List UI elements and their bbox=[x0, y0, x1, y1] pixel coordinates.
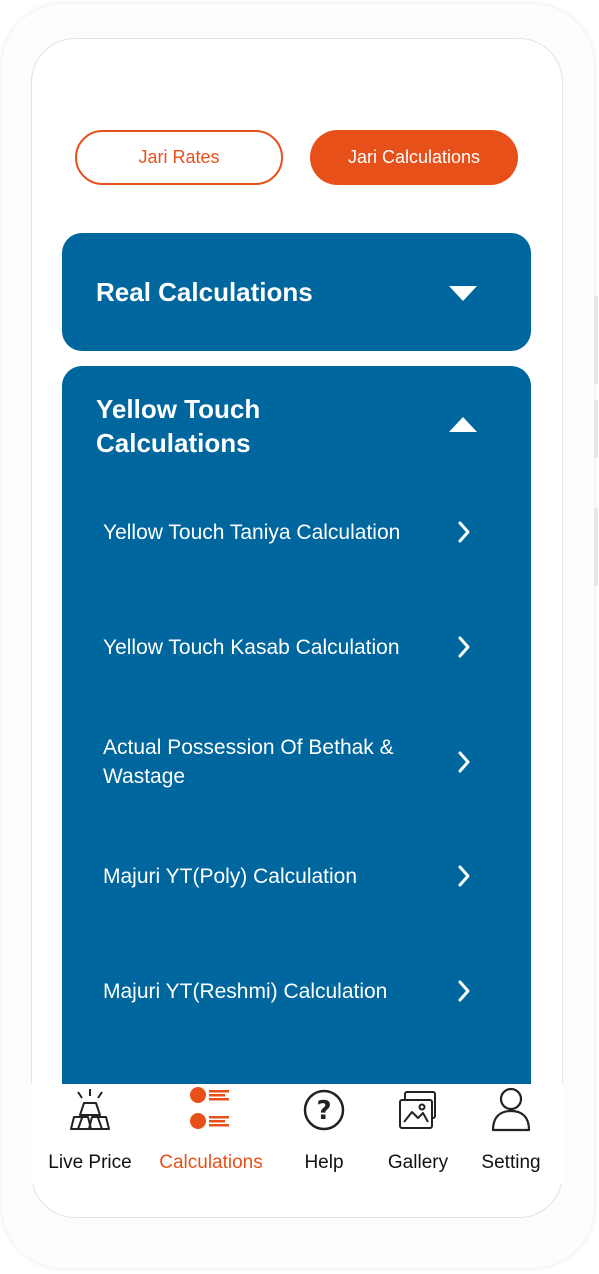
calculations-list-icon bbox=[187, 1084, 235, 1136]
list-item-bethak-wastage[interactable]: Actual Possession Of Bethak & Wastage bbox=[103, 717, 493, 807]
chevron-right-icon bbox=[458, 865, 470, 887]
section-title: Yellow Touch Calculations bbox=[96, 394, 261, 458]
tab-label: Live Price bbox=[48, 1152, 132, 1173]
chevron-right-icon bbox=[458, 980, 470, 1002]
svg-text:?: ? bbox=[316, 1096, 331, 1126]
yellow-touch-calculations-panel: Yellow Touch Calculations Yellow Touch T… bbox=[62, 366, 531, 1096]
real-calculations-header[interactable]: Real Calculations bbox=[62, 233, 531, 351]
jari-calculations-button[interactable]: Jari Calculations bbox=[310, 130, 518, 185]
bottom-tab-bar: Live Price Calculations ? Help Gallery S… bbox=[31, 1084, 563, 1184]
tab-setting[interactable]: Setting bbox=[475, 1084, 547, 1174]
side-button bbox=[594, 400, 598, 458]
chevron-right-icon bbox=[458, 751, 470, 773]
gallery-icon bbox=[394, 1084, 442, 1136]
list-item-majuri-reshmi[interactable]: Majuri YT(Reshmi) Calculation bbox=[103, 946, 493, 1036]
side-button bbox=[594, 296, 598, 384]
tab-calculations[interactable]: Calculations bbox=[151, 1084, 271, 1174]
list-item-label: Yellow Touch Kasab Calculation bbox=[103, 635, 400, 659]
list-item-label: Majuri YT(Poly) Calculation bbox=[103, 864, 358, 888]
list-item-yt-kasab[interactable]: Yellow Touch Kasab Calculation bbox=[103, 602, 493, 692]
tab-help[interactable]: ? Help bbox=[289, 1084, 359, 1174]
expand-triangle-icon bbox=[449, 286, 477, 301]
list-item-label: Actual Possession Of Bethak & Wastage bbox=[103, 736, 394, 788]
collapse-triangle-icon bbox=[449, 417, 477, 432]
help-icon: ? bbox=[300, 1084, 348, 1136]
list-item-yt-taniya[interactable]: Yellow Touch Taniya Calculation bbox=[103, 487, 493, 577]
tab-label: Setting bbox=[481, 1152, 541, 1173]
user-icon bbox=[487, 1084, 535, 1136]
tab-label: Help bbox=[304, 1152, 344, 1173]
tab-label: Calculations bbox=[159, 1152, 263, 1173]
list-item-label: Yellow Touch Taniya Calculation bbox=[103, 520, 401, 544]
list-item-majuri-poly[interactable]: Majuri YT(Poly) Calculation bbox=[103, 831, 493, 921]
tab-gallery[interactable]: Gallery bbox=[381, 1084, 455, 1174]
tab-live-price[interactable]: Live Price bbox=[41, 1084, 139, 1174]
tab-label: Gallery bbox=[387, 1152, 449, 1173]
side-button bbox=[594, 508, 598, 586]
list-item-label: Majuri YT(Reshmi) Calculation bbox=[103, 979, 388, 1003]
jari-rates-button[interactable]: Jari Rates bbox=[75, 130, 283, 185]
section-title: Real Calculations bbox=[96, 277, 313, 307]
gold-bars-icon bbox=[66, 1084, 114, 1136]
chevron-right-icon bbox=[458, 521, 470, 543]
chevron-right-icon bbox=[458, 636, 470, 658]
